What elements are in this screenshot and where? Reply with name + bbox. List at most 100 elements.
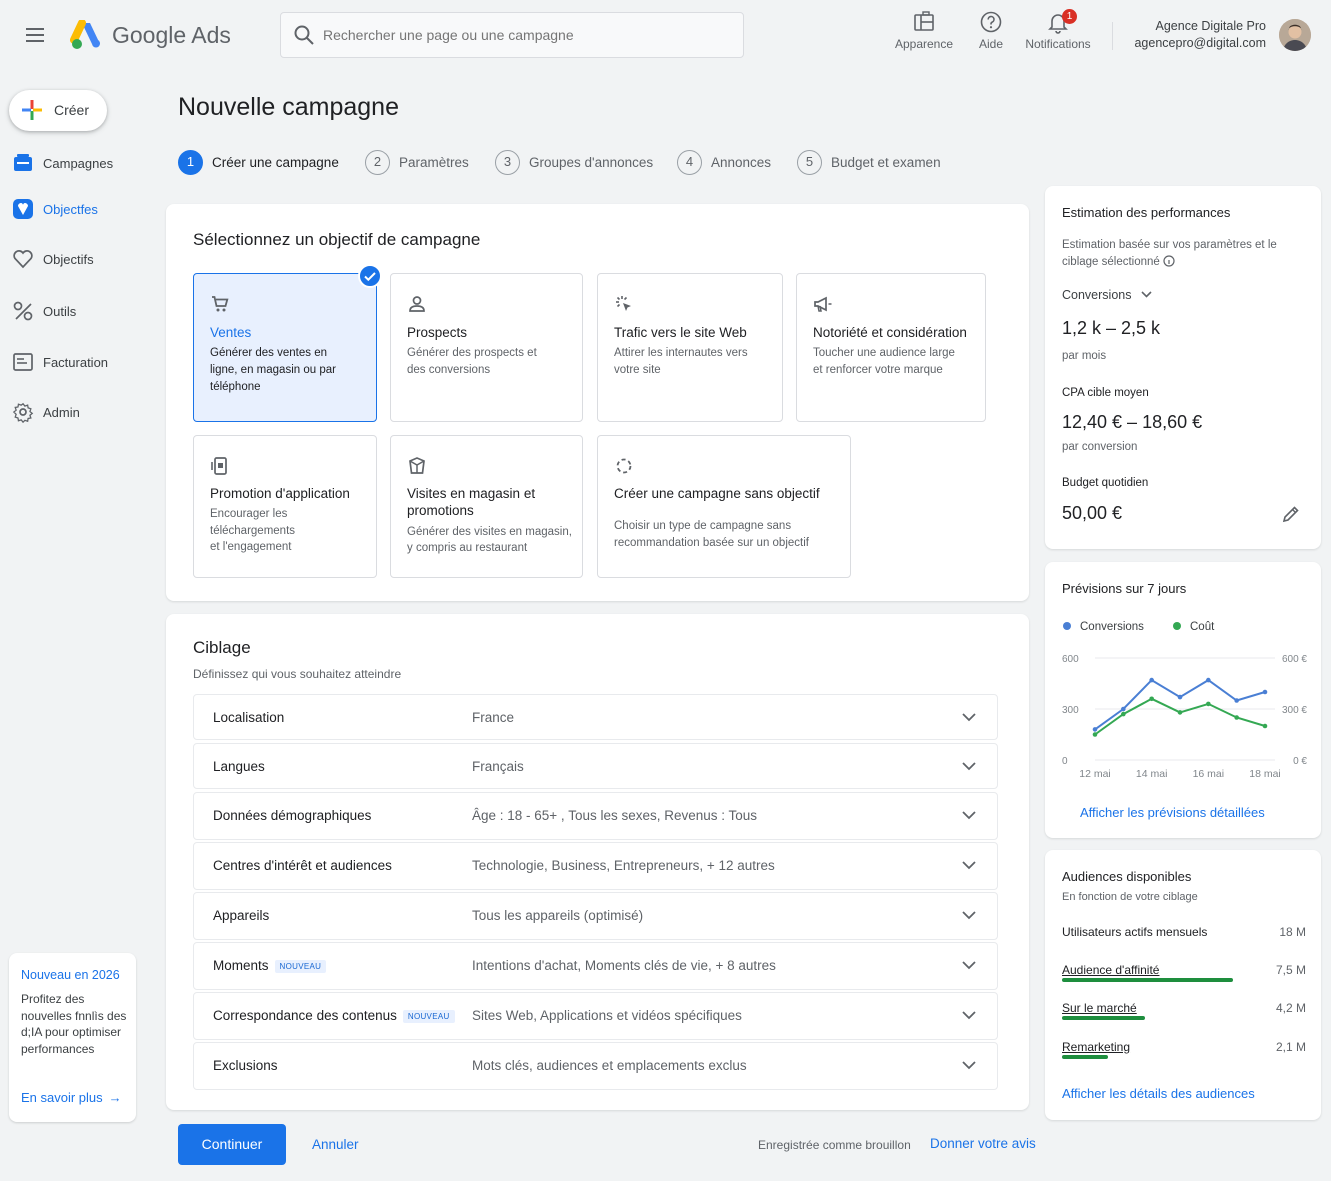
cancel-button[interactable]: Annuler [312,1137,359,1152]
conversions-range: 1,2 k – 2,5 k [1062,318,1161,338]
chevron-down-icon[interactable] [961,1009,977,1021]
continue-button[interactable]: Continuer [178,1124,286,1165]
sidebar-item-admin[interactable]: Admin [12,396,162,430]
tile-desc: et l'engagement [210,541,292,553]
performance-desc: ciblage sélectionné [1062,254,1175,271]
chevron-down-icon[interactable] [961,1059,977,1071]
forecast-details-link[interactable]: Afficher les prévisions détaillées [1080,805,1265,820]
data-point [1234,698,1239,703]
account-name[interactable]: Agence Digitale Pro [1118,19,1266,33]
tile-desc: votre site [614,364,661,376]
y-tick-label: 0 [1062,756,1068,767]
edit-icon[interactable] [1281,504,1301,524]
search-box[interactable] [280,12,744,58]
chevron-down-icon[interactable] [961,760,977,772]
objective-tile-store-visits[interactable]: Visites en magasin et promotions Générer… [390,435,583,578]
google-ads-logo[interactable] [70,20,102,50]
account-email[interactable]: agencepro@digital.com [1118,36,1266,50]
audience-share-bar [1062,978,1233,982]
help-icon [980,11,1002,33]
chevron-down-icon[interactable] [961,909,977,921]
sidebar-item-goals[interactable]: Objectfes [12,193,162,227]
objective-tile-no-goal[interactable]: Créer une campagne sans objectif Choisir… [597,435,851,578]
tile-desc: Générer des ventes en [210,347,327,359]
sidebar-item-billing[interactable]: Facturation [12,346,162,380]
create-button[interactable]: Créer [9,90,107,131]
help-label: Aide [978,37,1004,51]
targeting-row-exclusions[interactable]: Exclusions Mots clés, audiences et empla… [193,1042,998,1090]
objective-tile-awareness[interactable]: Notoriété et considération Toucher une a… [796,273,986,422]
search-input[interactable] [323,13,723,57]
x-tick-label: 12 mai [1079,768,1111,780]
chevron-down-icon[interactable] [961,959,977,971]
audience-share-bar [1062,1055,1109,1059]
audience-label[interactable]: Sur le marché [1062,1001,1137,1015]
chevron-down-icon[interactable] [961,859,977,871]
performance-card: Estimation des performances Estimation b… [1045,186,1321,549]
targeting-row-devices[interactable]: Appareils Tous les appareils (optimisé) [193,892,998,940]
arrow-right-icon: → [108,1090,122,1105]
audience-count: 4,2 M [1275,1001,1306,1015]
appearance-button[interactable]: Apparence [894,10,954,51]
appearance-label: Apparence [894,37,954,51]
audience-label[interactable]: Remarketing [1062,1040,1130,1054]
objective-tile-app-promotion[interactable]: Promotion d'application Encourager les t… [193,435,377,578]
chevron-down-icon[interactable] [961,711,977,723]
performance-desc: Estimation basée sur vos paramètres et l… [1062,239,1277,251]
gear-icon [12,402,34,423]
row-label: Exclusions [213,1058,278,1073]
learn-more-link[interactable]: En savoir plus → [21,1090,122,1105]
avatar[interactable] [1279,19,1311,51]
targeting-row-location[interactable]: Localisation France [193,694,998,740]
sidebar-item-objectives[interactable]: Objectifs [12,243,162,277]
sidebar-item-label: Objectifs [43,252,94,267]
tile-desc: téléchargements [210,525,296,537]
appearance-icon [914,11,934,31]
create-label: Créer [54,102,90,118]
goals-icon [13,199,33,219]
chevron-down-icon[interactable] [961,809,977,821]
row-value: Intentions d'achat, Moments clés de vie,… [472,958,776,973]
sidebar-item-tools[interactable]: Outils [12,295,162,329]
objective-tile-leads[interactable]: Prospects Générer des prospects et des c… [390,273,583,422]
legend-marker-conversions [1063,622,1071,630]
tile-title: Promotion d'application [210,486,350,501]
audiences-title: Audiences disponibles [1062,869,1192,884]
audience-row[interactable]: Audience d'affinité 7,5 M [1062,963,1306,983]
promo-text-line: nouvelles fnnlìs des [21,1008,127,1023]
audience-row[interactable]: Sur le marché 4,2 M [1062,1001,1306,1021]
metric-select[interactable]: Conversions [1062,288,1152,302]
cpa-range: 12,40 € – 18,60 € [1062,412,1203,432]
feedback-link[interactable]: Donner votre avis [930,1136,1036,1151]
notifications-button[interactable]: 1 Notifications [1022,9,1094,51]
row-value: Mots clés, audiences et emplacements exc… [472,1058,747,1073]
x-tick-label: 14 mai [1136,768,1168,780]
tile-title: Notoriété et considération [813,325,967,340]
audience-label[interactable]: Audience d'affinité [1062,963,1159,977]
heart-icon [13,250,33,269]
targeting-row-languages[interactable]: Langues Français [193,743,998,789]
selected-check-icon [358,264,382,288]
help-button[interactable]: Aide [972,10,1010,51]
info-icon[interactable] [1163,255,1175,267]
menu-icon[interactable] [22,22,50,48]
row-label-text: Moments [213,958,269,973]
audience-row[interactable]: Remarketing 2,1 M [1062,1040,1306,1060]
objective-tile-sales[interactable]: Ventes Générer des ventes en ligne, en m… [193,273,377,422]
divider [1112,22,1113,50]
audience-row: Utilisateurs actifs mensuels 18 M [1062,925,1306,945]
targeting-row-moments[interactable]: Moments NOUVEAU Intentions d'achat, Momen… [193,942,998,990]
targeting-row-demographics[interactable]: Données démographiques Âge : 18 - 65+ , … [193,792,998,840]
targeting-row-content-matching[interactable]: Correspondance des contenus NOUVEAU Sites… [193,992,998,1040]
audience-label: Utilisateurs actifs mensuels [1062,925,1208,939]
tile-desc: et renforcer votre marque [813,364,943,376]
tile-title: Trafic vers le site Web [614,325,747,340]
sidebar-item-campaigns[interactable]: Campagnes [12,147,162,181]
tile-desc: Encourager les [210,508,288,520]
promo-text: Profitez des nouvelles fnnlìs des d;IA p… [21,991,129,1057]
audience-details-link[interactable]: Afficher les détails des audiences [1062,1086,1255,1101]
data-point [1121,706,1126,712]
targeting-row-interests[interactable]: Centres d'intérêt et audiences Technolog… [193,842,998,890]
data-point [1149,677,1154,683]
objective-tile-traffic[interactable]: Trafic vers le site Web Attirer les inte… [597,273,783,422]
